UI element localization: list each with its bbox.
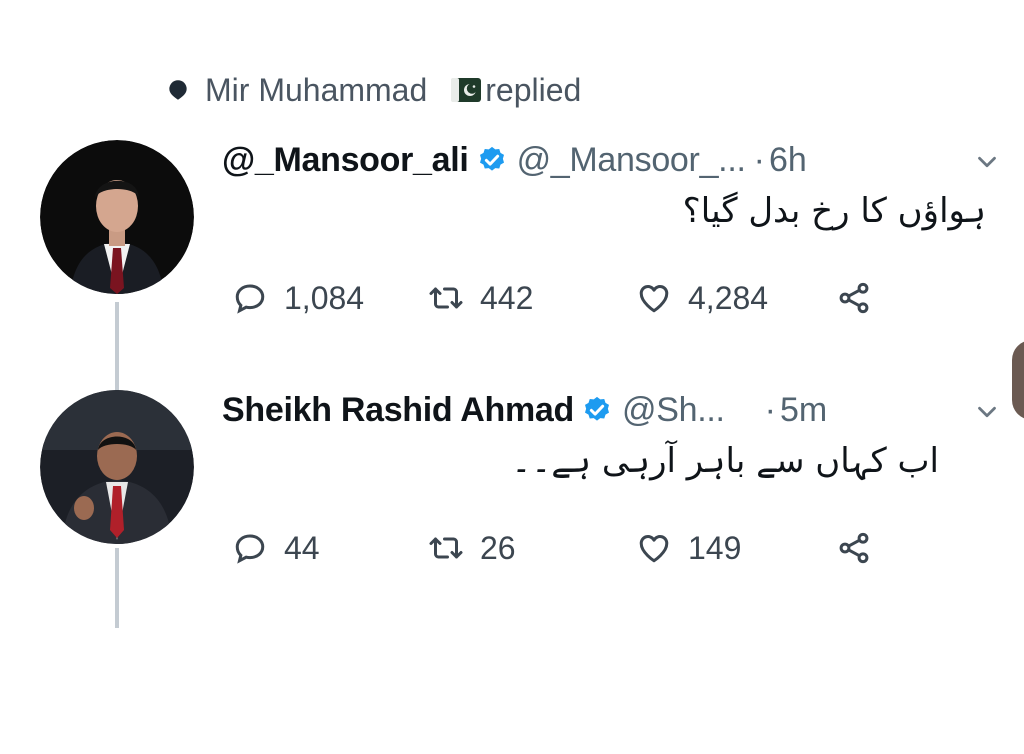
like-count: 4,284: [688, 279, 769, 316]
separator-dot: ·: [753, 140, 765, 179]
handle[interactable]: @_Mansoor_...: [517, 141, 746, 180]
reply-context: Mir Muhammad replied: [165, 70, 581, 110]
reply-dot-icon: [165, 77, 191, 103]
avatar[interactable]: [40, 140, 194, 294]
share-button[interactable]: [836, 278, 872, 318]
tweet[interactable]: @_Mansoor_ali @_Mansoor_... · 6h ہواؤں ک…: [0, 130, 1024, 392]
retweet-icon: [429, 537, 463, 559]
pakistan-flag-icon: [451, 78, 482, 102]
display-name[interactable]: Sheikh Rashid Ahmad: [222, 391, 574, 430]
like-count: 149: [688, 529, 742, 566]
separator-dot: ·: [764, 390, 776, 429]
tweet-header: Sheikh Rashid Ahmad @Sh... · 5m: [222, 385, 827, 435]
retweet-count: 442: [480, 279, 534, 316]
reply-button[interactable]: 44: [232, 528, 320, 568]
tweet-header: @_Mansoor_ali @_Mansoor_... · 6h: [222, 135, 807, 185]
reply-count: 44: [284, 529, 320, 566]
verified-badge-icon: [477, 145, 507, 175]
handle[interactable]: @Sh...: [622, 391, 725, 430]
tweet[interactable]: Sheikh Rashid Ahmad @Sh... · 5m اب کہاں …: [0, 370, 1024, 628]
retweet-count: 26: [480, 529, 516, 566]
timestamp[interactable]: 6h: [769, 141, 807, 180]
reply-icon: [235, 284, 265, 314]
like-button[interactable]: 149: [636, 528, 741, 568]
share-button[interactable]: [836, 528, 872, 568]
display-name[interactable]: @_Mansoor_ali: [222, 141, 469, 180]
context-action: replied: [485, 71, 582, 108]
context-user-name[interactable]: Mir Muhammad: [205, 72, 427, 109]
chevron-down-icon[interactable]: [972, 147, 1002, 177]
page: Mir Muhammad replied @_Mansoor_ali @_Man…: [0, 0, 1024, 754]
retweet-button[interactable]: 442: [428, 278, 533, 318]
chevron-down-icon[interactable]: [972, 397, 1002, 427]
tweet-actions: 1,084 442 4,284: [0, 278, 1024, 318]
tweet-text: اب کہاں سے باہر آرہی ہے۔۔: [511, 441, 939, 481]
reply-icon: [235, 534, 265, 564]
share-icon: [839, 532, 869, 564]
reply-button[interactable]: 1,084: [232, 278, 364, 318]
timestamp[interactable]: 5m: [780, 391, 827, 430]
heart-icon: [639, 285, 669, 313]
reply-count: 1,084: [284, 279, 365, 316]
avatar[interactable]: [40, 390, 194, 544]
tweet-text: ہواؤں کا رخ بدل گیا؟: [682, 191, 986, 231]
retweet-button[interactable]: 26: [428, 528, 516, 568]
retweet-icon: [429, 287, 463, 309]
share-icon: [839, 282, 869, 314]
verified-badge-icon: [582, 395, 612, 425]
tweet-actions: 44 26 149: [0, 528, 1024, 568]
like-button[interactable]: 4,284: [636, 278, 768, 318]
heart-icon: [639, 535, 669, 563]
